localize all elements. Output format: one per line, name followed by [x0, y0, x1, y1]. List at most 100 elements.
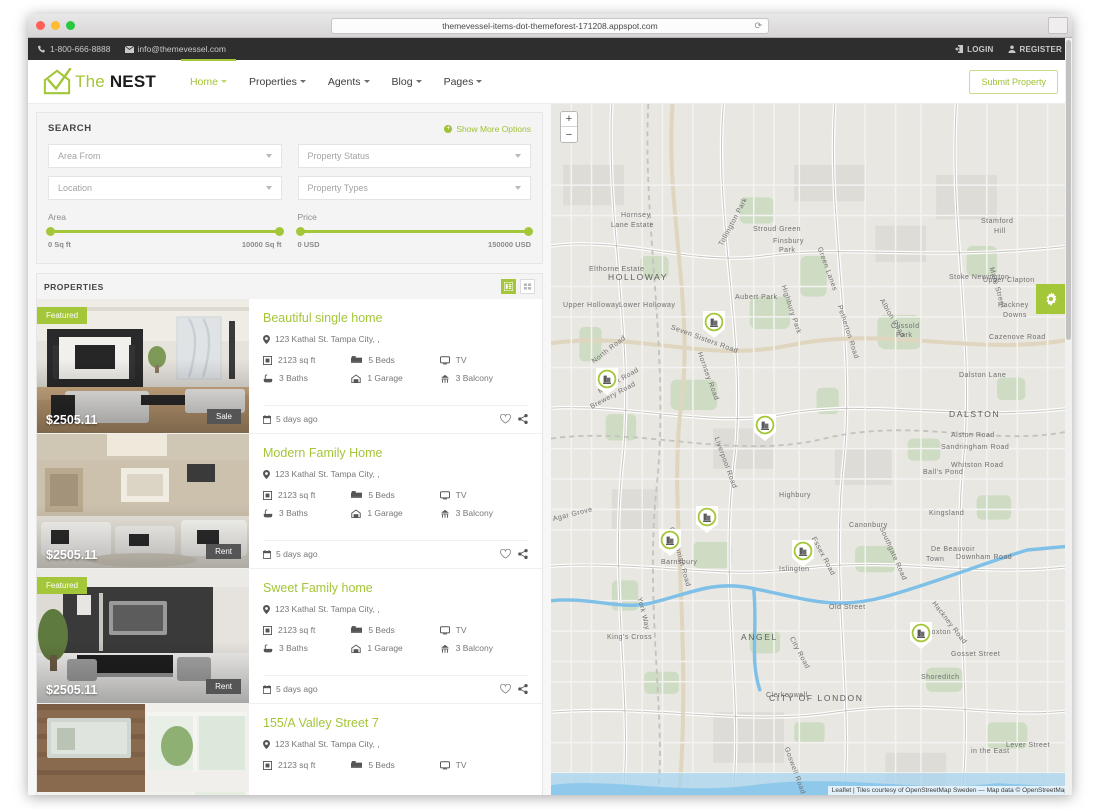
property-title[interactable]: Beautiful single home — [263, 311, 528, 325]
minimize-window-button[interactable] — [51, 21, 60, 30]
heart-icon[interactable] — [500, 684, 511, 694]
map-zoom-in-button[interactable]: + — [561, 112, 577, 127]
spec-area: 2123 sq ft — [263, 760, 351, 770]
property-thumbnail[interactable]: $2505.11 Rent — [37, 434, 249, 568]
nav-item-agents[interactable]: Agents — [328, 60, 370, 103]
price-slider-label: Price — [297, 212, 317, 222]
map-property-marker[interactable] — [659, 529, 681, 556]
map-property-marker[interactable] — [910, 622, 932, 649]
show-more-options-link[interactable]: + Show More Options — [444, 124, 531, 134]
location-select[interactable]: Location — [48, 176, 282, 200]
property-footer: 5 days ago — [263, 405, 528, 424]
spec-balcony: 3 Balcony — [440, 373, 528, 383]
table-row[interactable]: 155/A Valley Street 7 123 Kathal St. Tam… — [37, 704, 542, 795]
contact-info: 1-800-666-8888 info@themevessel.com — [38, 44, 226, 54]
area-slider-track[interactable] — [46, 227, 284, 236]
map-zoom-controls[interactable]: + − — [560, 111, 578, 143]
map-property-marker[interactable] — [596, 368, 618, 395]
plus-circle-icon: + — [444, 124, 453, 133]
area-slider-handle-min[interactable] — [46, 227, 55, 236]
bath-icon — [263, 508, 273, 517]
nav-item-properties[interactable]: Properties — [249, 60, 306, 103]
grid-view-toggle[interactable] — [520, 279, 535, 294]
price-slider-handle-min[interactable] — [295, 227, 305, 236]
new-tab-button[interactable] — [1048, 17, 1068, 34]
spec-baths-label: 3 Baths — [279, 508, 308, 518]
map-settings-button[interactable] — [1036, 284, 1066, 314]
submit-property-button[interactable]: Submit Property — [969, 69, 1058, 94]
table-row[interactable]: Featured $2505.11 Rent Sweet Family home… — [37, 569, 542, 704]
bath-icon — [263, 373, 273, 382]
page-scrollbar-thumb[interactable] — [1066, 40, 1071, 340]
property-footer: 5 days ago — [263, 675, 528, 694]
status-badge[interactable]: Sale — [206, 409, 241, 424]
list-view-toggle[interactable] — [501, 279, 516, 294]
nav-item-blog[interactable]: Blog — [392, 60, 422, 103]
map-property-marker[interactable] — [792, 540, 814, 567]
garage-icon — [351, 643, 362, 653]
property-title[interactable]: Modern Family Home — [263, 446, 528, 460]
spec-baths-label: 3 Baths — [279, 643, 308, 653]
site-logo[interactable]: The NEST — [42, 67, 156, 96]
share-icon[interactable] — [518, 549, 528, 559]
close-window-button[interactable] — [36, 21, 45, 30]
heart-icon[interactable] — [500, 414, 511, 424]
table-row[interactable]: Featured $2505.11 Sale Beautiful single … — [37, 299, 542, 434]
page-viewport: 1-800-666-8888 info@themevessel.com LOGI… — [28, 38, 1072, 795]
logo-nest: NEST — [109, 71, 156, 91]
map-property-marker[interactable] — [754, 414, 776, 441]
register-link[interactable]: REGISTER — [1008, 45, 1063, 54]
search-field-row-2: Location Property Types — [48, 176, 531, 200]
price-slider-handle-max[interactable] — [524, 227, 533, 236]
list-view-icon — [504, 282, 513, 291]
price-slider-track[interactable] — [295, 227, 533, 236]
tv-icon — [439, 760, 450, 769]
map-zoom-out-button[interactable]: − — [561, 127, 577, 142]
property-specs: 2123 sq ft 5 Beds TV — [263, 625, 528, 653]
property-types-select[interactable]: Property Types — [297, 176, 531, 200]
map-marker-pin-icon — [696, 506, 718, 533]
property-title[interactable]: Sweet Family home — [263, 581, 528, 595]
login-link[interactable]: LOGIN — [955, 45, 993, 54]
window-controls[interactable] — [36, 21, 75, 30]
map-panel[interactable]: + − Hornsey Lane Estate Stroud Green Finsbu… — [551, 104, 1072, 795]
share-icon[interactable] — [518, 414, 528, 424]
logo-text: The NEST — [75, 72, 156, 92]
property-thumbnail[interactable]: Featured $2505.11 Rent — [37, 569, 249, 703]
map-property-marker[interactable] — [696, 506, 718, 533]
spec-area-label: 2123 sq ft — [278, 355, 316, 365]
map-marker-pin-icon — [659, 529, 681, 556]
property-status-select[interactable]: Property Status — [297, 144, 531, 168]
property-address-text: 123 Kathal St. Tampa City, , — [275, 334, 380, 344]
share-icon[interactable] — [518, 684, 528, 694]
property-specs: 2123 sq ft 5 Beds TV — [263, 490, 528, 518]
spec-beds-label: 5 Beds — [368, 355, 395, 365]
heart-icon[interactable] — [500, 549, 511, 559]
reload-icon[interactable]: ⟳ — [754, 21, 762, 32]
area-from-select[interactable]: Area From — [48, 144, 282, 168]
property-thumbnail[interactable]: Featured $2505.11 Sale — [37, 299, 249, 433]
property-details: 155/A Valley Street 7 123 Kathal St. Tam… — [249, 704, 542, 795]
property-title[interactable]: 155/A Valley Street 7 — [263, 716, 528, 730]
chevron-down-icon — [265, 154, 272, 158]
address-bar[interactable]: themevessel-items-dot-themeforest-171208… — [331, 18, 769, 34]
spec-beds-label: 5 Beds — [368, 760, 395, 770]
spec-balcony: 3 Balcony — [440, 508, 528, 518]
search-header: SEARCH + Show More Options — [48, 123, 531, 134]
spec-beds-label: 5 Beds — [368, 625, 395, 635]
page-scrollbar[interactable] — [1065, 38, 1072, 795]
map-property-marker[interactable] — [703, 311, 725, 338]
property-thumbnail[interactable] — [37, 704, 249, 795]
map-attribution: Leaflet | Tiles courtesy of OpenStreetMa… — [827, 786, 1072, 795]
status-badge[interactable]: Rent — [206, 544, 241, 559]
email-info: info@themevessel.com — [124, 44, 226, 54]
nav-item-home[interactable]: Home — [180, 59, 237, 103]
slider-row: Area 0 Sq ft 10000 Sq ft Price 0 USD 150… — [46, 212, 533, 249]
maximize-window-button[interactable] — [66, 21, 75, 30]
status-badge[interactable]: Rent — [206, 679, 241, 694]
area-slider-handle-max[interactable] — [274, 227, 284, 236]
nav-item-pages[interactable]: Pages — [444, 60, 483, 103]
table-row[interactable]: $2505.11 Rent Modern Family Home 123 Kat… — [37, 434, 542, 569]
top-info-bar: 1-800-666-8888 info@themevessel.com LOGI… — [28, 38, 1072, 60]
area-icon — [263, 760, 272, 770]
